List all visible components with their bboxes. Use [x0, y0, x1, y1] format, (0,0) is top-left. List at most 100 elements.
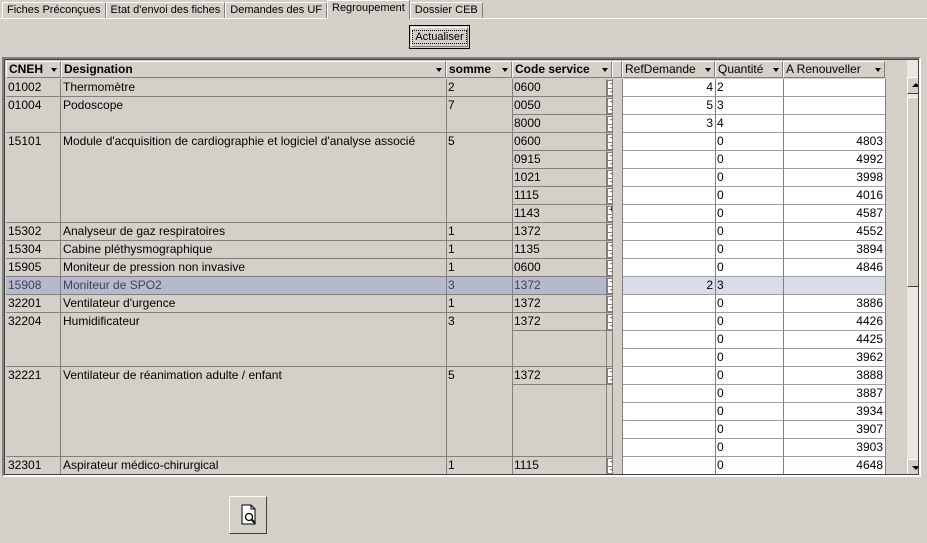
quantite-cell[interactable]: 0	[715, 169, 783, 187]
quantite-cell[interactable]: 0	[715, 313, 783, 331]
refdemande-cell[interactable]	[622, 331, 715, 349]
refdemande-cell[interactable]	[622, 421, 715, 439]
refdemande-cell[interactable]	[622, 457, 715, 474]
refdemande-cell[interactable]: 5	[622, 97, 715, 115]
renouveller-cell[interactable]: 3934	[783, 403, 885, 421]
refdemande-cell[interactable]: 2	[622, 277, 715, 295]
renouveller-cell[interactable]: 4426	[783, 313, 885, 331]
cneh-cell[interactable]: 15101	[6, 133, 61, 223]
code-service-cell[interactable]: 1143	[512, 205, 606, 223]
quantite-cell[interactable]: 3	[715, 277, 783, 295]
quantite-cell[interactable]: 0	[715, 367, 783, 385]
code-service-cell[interactable]: 8000	[512, 115, 606, 133]
quantite-cell[interactable]: 0	[715, 385, 783, 403]
quantite-cell[interactable]: 0	[715, 259, 783, 277]
refdemande-cell[interactable]	[622, 313, 715, 331]
tab-dossier-ceb[interactable]: Dossier CEB	[409, 2, 483, 19]
quantite-cell[interactable]: 0	[715, 403, 783, 421]
quantite-cell[interactable]: 0	[715, 187, 783, 205]
code-service-cell[interactable]: 0050	[512, 97, 606, 115]
quantite-cell[interactable]: 0	[715, 133, 783, 151]
cneh-cell[interactable]: 01004	[6, 97, 61, 133]
designation-cell[interactable]: Podoscope	[61, 97, 446, 133]
quantite-cell[interactable]: 0	[715, 241, 783, 259]
renouveller-cell[interactable]: 3887	[783, 385, 885, 403]
renouveller-cell[interactable]	[783, 79, 885, 97]
renouveller-cell[interactable]: 3888	[783, 367, 885, 385]
designation-cell[interactable]: Humidificateur	[61, 313, 446, 367]
quantite-cell[interactable]: 0	[715, 421, 783, 439]
tab-regroupement[interactable]: Regroupement	[327, 0, 410, 19]
somme-cell[interactable]: 3	[446, 277, 512, 295]
refdemande-cell[interactable]	[622, 367, 715, 385]
refdemande-cell[interactable]	[622, 187, 715, 205]
refdemande-cell[interactable]	[622, 205, 715, 223]
col-header-somme[interactable]: somme	[446, 61, 512, 78]
code-service-cell[interactable]: 1372	[512, 223, 606, 241]
scroll-thumb[interactable]	[907, 97, 918, 287]
col-header-renouveller[interactable]: A Renouveller	[783, 61, 885, 78]
code-service-cell[interactable]: 1135	[512, 241, 606, 259]
designation-cell[interactable]: Cabine pléthysmographique	[61, 241, 446, 259]
refdemande-cell[interactable]	[622, 223, 715, 241]
cneh-cell[interactable]: 32301	[6, 457, 61, 474]
designation-cell[interactable]: Module d'acquisition de cardiographie et…	[61, 133, 446, 223]
designation-cell[interactable]: Moniteur de SPO2	[61, 277, 446, 295]
designation-cell[interactable]: Aspirateur médico-chirurgical	[61, 457, 446, 474]
somme-cell[interactable]: 1	[446, 457, 512, 474]
designation-cell[interactable]: Thermomètre	[61, 79, 446, 97]
somme-cell[interactable]: 3	[446, 313, 512, 367]
code-service-cell[interactable]: 1372	[512, 277, 606, 295]
col-header-refdemande[interactable]: RefDemande	[622, 61, 715, 78]
refdemande-cell[interactable]	[622, 349, 715, 367]
quantite-cell[interactable]: 4	[715, 115, 783, 133]
code-service-cell[interactable]: 1372	[512, 295, 606, 313]
code-service-cell[interactable]: 0915	[512, 151, 606, 169]
quantite-cell[interactable]: 0	[715, 439, 783, 457]
designation-cell[interactable]: Analyseur de gaz respiratoires	[61, 223, 446, 241]
code-service-cell[interactable]: 0600	[512, 79, 606, 97]
renouveller-cell[interactable]	[783, 277, 885, 295]
renouveller-cell[interactable]	[783, 115, 885, 133]
actualiser-button[interactable]: Actualiser	[409, 25, 470, 49]
somme-cell[interactable]: 1	[446, 295, 512, 313]
somme-cell[interactable]: 1	[446, 259, 512, 277]
vertical-scrollbar[interactable]	[907, 60, 918, 474]
cneh-cell[interactable]: 15905	[6, 259, 61, 277]
renouveller-cell[interactable]: 3894	[783, 241, 885, 259]
refdemande-cell[interactable]	[622, 241, 715, 259]
code-service-cell[interactable]: 1115	[512, 187, 606, 205]
cneh-cell[interactable]: 32204	[6, 313, 61, 367]
refdemande-cell[interactable]	[622, 151, 715, 169]
renouveller-cell[interactable]: 3886	[783, 295, 885, 313]
quantite-cell[interactable]: 0	[715, 295, 783, 313]
col-header-designation[interactable]: Designation	[61, 61, 446, 78]
scroll-up-button[interactable]	[907, 77, 918, 94]
cneh-cell[interactable]: 15304	[6, 241, 61, 259]
renouveller-cell[interactable]: 4648	[783, 457, 885, 474]
code-service-cell[interactable]: 1372	[512, 313, 606, 331]
renouveller-cell[interactable]: 4425	[783, 331, 885, 349]
somme-cell[interactable]: 5	[446, 367, 512, 457]
renouveller-cell[interactable]: 4992	[783, 151, 885, 169]
code-service-cell[interactable]: 0600	[512, 133, 606, 151]
cneh-cell[interactable]: 32221	[6, 367, 61, 457]
scroll-down-button[interactable]	[907, 459, 918, 474]
code-service-cell[interactable]: 1372	[512, 367, 606, 385]
renouveller-cell[interactable]: 3907	[783, 421, 885, 439]
renouveller-cell[interactable]: 3998	[783, 169, 885, 187]
quantite-cell[interactable]: 2	[715, 79, 783, 97]
somme-cell[interactable]: 1	[446, 241, 512, 259]
col-header-cneh[interactable]: CNEH	[6, 61, 61, 78]
renouveller-cell[interactable]: 4803	[783, 133, 885, 151]
tab-etat-envoi[interactable]: Etat d'envoi des fiches	[105, 2, 226, 19]
cneh-cell[interactable]: 15908	[6, 277, 61, 295]
quantite-cell[interactable]: 0	[715, 349, 783, 367]
tab-fiches-preconcues[interactable]: Fiches Préconçues	[2, 2, 106, 19]
tab-demandes-uf[interactable]: Demandes des UF	[225, 2, 327, 19]
refdemande-cell[interactable]	[622, 295, 715, 313]
print-preview-button[interactable]	[229, 496, 267, 534]
code-service-cell[interactable]: 1021	[512, 169, 606, 187]
somme-cell[interactable]: 2	[446, 79, 512, 97]
designation-cell[interactable]: Moniteur de pression non invasive	[61, 259, 446, 277]
